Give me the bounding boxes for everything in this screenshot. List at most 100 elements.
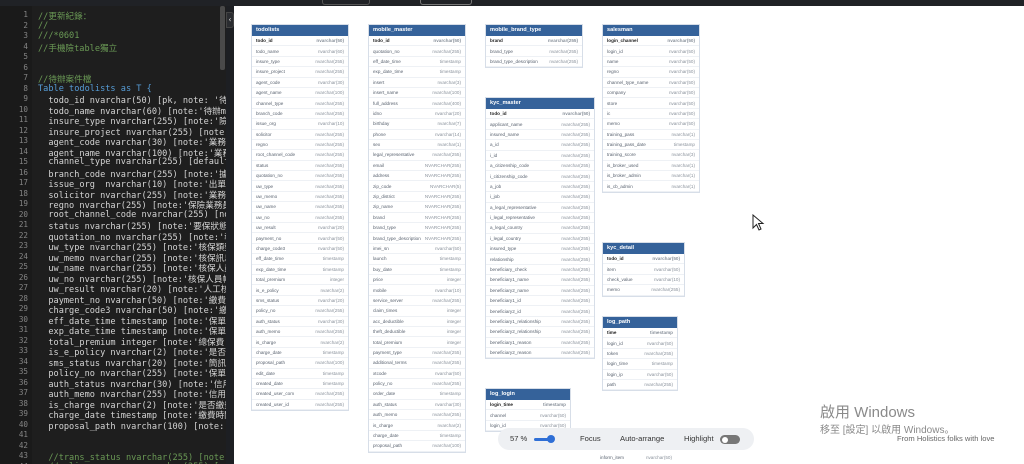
code-line[interactable]: ///*0601 bbox=[38, 31, 79, 41]
highlight-toggle[interactable] bbox=[720, 435, 740, 444]
table-field[interactable]: uw_result nvarchar(20) bbox=[252, 223, 348, 234]
code-line[interactable]: root_channel_code nvarchar(255) [note: bbox=[38, 210, 226, 220]
table-field[interactable]: idno nvarchar(20) bbox=[369, 109, 465, 120]
table-field[interactable]: training_score nvarchar(3) bbox=[603, 150, 699, 161]
table-field[interactable]: created_date timestamp bbox=[252, 379, 348, 390]
table-field[interactable]: insure_type nvarchar(255) bbox=[252, 57, 348, 68]
table-field[interactable]: email NVARCHAR(255) bbox=[369, 161, 465, 172]
table-field[interactable]: i_id nvarchar(255) bbox=[486, 151, 594, 161]
table-log-path[interactable]: log_path time timestamp login_id nvarchar(50… bbox=[603, 317, 677, 391]
table-field[interactable]: eff_date_time timestamp bbox=[252, 254, 348, 265]
table-field[interactable]: auth_status nvarchar(30) bbox=[252, 317, 348, 327]
table-header[interactable]: log_path bbox=[603, 317, 677, 328]
table-field[interactable]: exp_date_time timestamp bbox=[252, 265, 348, 275]
table-field[interactable]: item nvarchar(50) bbox=[603, 264, 684, 275]
table-field[interactable]: relationship nvarchar(255) bbox=[486, 254, 594, 265]
table-field[interactable]: claim_times integer bbox=[369, 306, 465, 317]
table-field[interactable]: brand_type NVARCHAR(255) bbox=[369, 223, 465, 234]
table-field[interactable]: proposal_path nvarchar(100) bbox=[369, 441, 465, 452]
table-field[interactable]: time timestamp bbox=[603, 328, 677, 339]
table-field[interactable]: check_value nvarchar(10) bbox=[603, 275, 684, 286]
table-field[interactable]: xtcode nvarchar(50) bbox=[369, 369, 465, 379]
table-field[interactable]: regno nvarchar(50) bbox=[603, 67, 699, 78]
table-field[interactable]: login_id nvarchar(50) bbox=[603, 338, 677, 349]
table-field[interactable]: beneficiary2_name nvarchar(255) bbox=[486, 286, 594, 297]
table-field[interactable]: issue_org nvarchar(10) bbox=[252, 119, 348, 130]
table-field[interactable]: additional_terms nvarchar(255) bbox=[369, 358, 465, 369]
table-field[interactable]: is_cb_admin nvarchar(1) bbox=[603, 181, 699, 192]
table-field[interactable]: eff_date_time timestamp bbox=[369, 57, 465, 68]
toolbar-tab[interactable] bbox=[322, 0, 370, 5]
table-field[interactable]: todo_id nvarchar(50) bbox=[369, 36, 465, 47]
code-line[interactable]: //手機險table獨立 bbox=[38, 42, 117, 54]
table-field[interactable]: mobile nvarchar(10) bbox=[369, 285, 465, 296]
table-field[interactable]: login_time timestamp bbox=[486, 400, 570, 411]
table-field[interactable]: price integer bbox=[369, 275, 465, 286]
table-field[interactable]: sms_status nvarchar(20) bbox=[252, 296, 348, 307]
table-field[interactable]: launch timestamp bbox=[369, 254, 465, 265]
table-field[interactable]: todo_id nvarchar(50) bbox=[252, 36, 348, 47]
table-field[interactable]: login_time timestamp bbox=[603, 359, 677, 370]
table-field[interactable]: i_job nvarchar(255) bbox=[486, 192, 594, 203]
table-field[interactable]: agent_name nvarchar(100) bbox=[252, 88, 348, 99]
table-field[interactable]: legal_representative nvarchar(255) bbox=[369, 150, 465, 161]
table-salesman[interactable]: salesman login_channel nvarchar(50) login_i… bbox=[603, 25, 699, 192]
table-field[interactable]: todo_id nvarchar(50) bbox=[486, 109, 594, 120]
table-field[interactable]: theft_deductible integer bbox=[369, 327, 465, 338]
table-field[interactable]: memo nvarchar(255) bbox=[603, 285, 684, 296]
table-field[interactable]: insured_name nvarchar(255) bbox=[486, 130, 594, 141]
table-field[interactable]: channel_type nvarchar(255) bbox=[252, 98, 348, 109]
table-field[interactable]: branch_code nvarchar(255) bbox=[252, 109, 348, 120]
table-field[interactable]: brand_type_description NVARCHAR(255) bbox=[369, 233, 465, 244]
table-header[interactable]: mobile_brand_type bbox=[486, 25, 582, 36]
table-field[interactable]: i_legal_representative nvarchar(255) bbox=[486, 213, 594, 224]
table-field[interactable]: training_pass_date timestamp bbox=[603, 140, 699, 151]
table-field[interactable]: login_ip nvarchar(50) bbox=[603, 370, 677, 380]
table-field[interactable]: brand nvarchar(255) bbox=[486, 36, 582, 47]
table-field[interactable]: full_address nvarchar(400) bbox=[369, 98, 465, 109]
table-field[interactable]: company nvarchar(50) bbox=[603, 88, 699, 99]
table-field[interactable]: beneficiary2_reason nvarchar(255) bbox=[486, 348, 594, 359]
table-field[interactable]: insured_type nvarchar(255) bbox=[486, 244, 594, 255]
table-field[interactable]: charge_date timestamp bbox=[369, 431, 465, 442]
table-field[interactable]: ic nvarchar(50) bbox=[603, 109, 699, 120]
table-field[interactable]: path nvarchar(255) bbox=[603, 380, 677, 391]
table-field[interactable]: a_id nvarchar(255) bbox=[486, 140, 594, 151]
table-field[interactable]: login_id nvarchar(50) bbox=[603, 46, 699, 57]
table-field[interactable]: acc_deductible integer bbox=[369, 317, 465, 327]
table-field[interactable]: charge_date timestamp bbox=[252, 348, 348, 359]
table-field[interactable]: created_user_id nvarchar(255) bbox=[252, 400, 348, 411]
table-field[interactable]: channel nvarchar(50) bbox=[486, 410, 570, 421]
table-header[interactable]: salesman bbox=[603, 25, 699, 36]
table-field[interactable]: channel_type_name nvarchar(50) bbox=[603, 78, 699, 88]
table-field[interactable]: is_broker_admin nvarchar(1) bbox=[603, 171, 699, 182]
table-field[interactable]: address NVARCHAR(255) bbox=[369, 171, 465, 182]
table-field[interactable]: created_user_com nvarchar(255) bbox=[252, 389, 348, 400]
table-mobile-master[interactable]: mobile_master todo_id nvarchar(50) quotatio… bbox=[369, 25, 465, 452]
table-field[interactable]: beneficiary1_reason nvarchar(255) bbox=[486, 338, 594, 348]
code-line[interactable]: Table todolists as T { bbox=[38, 84, 152, 94]
table-field[interactable]: payment_type nvarchar(255) bbox=[369, 348, 465, 359]
table-field[interactable]: todo_id nvarchar(50) bbox=[603, 254, 684, 265]
table-kyc-master[interactable]: kyc_master todo_id nvarchar(50) applicant_n… bbox=[486, 98, 594, 359]
table-field[interactable]: insure_project nvarchar(255) bbox=[252, 67, 348, 78]
table-field[interactable]: quotation_no nvarchar(255) bbox=[369, 46, 465, 57]
table-field[interactable]: payment_no nvarchar(50) bbox=[252, 233, 348, 244]
table-field[interactable]: agent_code nvarchar(30) bbox=[252, 78, 348, 88]
table-field[interactable]: charge_code3 nvarchar(50) bbox=[252, 244, 348, 255]
editor-scrollbar[interactable] bbox=[220, 6, 225, 70]
table-field[interactable]: quotation_no nvarchar(255) bbox=[252, 171, 348, 182]
table-field[interactable]: store nvarchar(50) bbox=[603, 98, 699, 109]
table-field[interactable]: proposal_path nvarchar(100) bbox=[252, 358, 348, 369]
table-field[interactable]: uw_name nvarchar(255) bbox=[252, 202, 348, 213]
table-field[interactable]: insert_name nvarchar(100) bbox=[369, 88, 465, 99]
table-field[interactable]: total_premium integer bbox=[369, 337, 465, 348]
table-field[interactable]: insert nvarchar(3) bbox=[369, 78, 465, 88]
table-mobile-brand-type[interactable]: mobile_brand_type brand nvarchar(255) brand… bbox=[486, 25, 582, 68]
table-field[interactable]: status nvarchar(255) bbox=[252, 161, 348, 172]
table-field[interactable]: total_premium integer bbox=[252, 275, 348, 286]
zoom-slider[interactable] bbox=[534, 435, 555, 443]
collapse-editor-button[interactable]: ‹ bbox=[226, 12, 234, 28]
table-kyc-detail[interactable]: kyc_detail todo_id nvarchar(50) item nvarcha… bbox=[603, 243, 684, 296]
table-field[interactable]: applicant_name nvarchar(255) bbox=[486, 119, 594, 130]
